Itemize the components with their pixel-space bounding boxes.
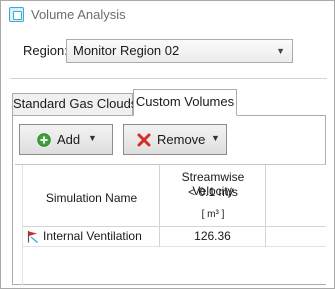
add-icon <box>37 133 51 147</box>
column-header-streamwise-velocity[interactable]: Streamwise Velocity < 0.1 m/s [ m³ ] <box>160 165 266 227</box>
region-dropdown[interactable]: Monitor Region 02 ▼ <box>66 39 293 63</box>
window-title: Volume Analysis <box>31 7 126 22</box>
remove-dropdown-caret-icon: ▼ <box>211 133 220 143</box>
simulation-name-text: Internal Ventilation <box>43 229 142 243</box>
divider <box>10 78 327 79</box>
cell-streamwise-velocity: 126.36 <box>160 227 266 247</box>
column-header-label: Simulation Name <box>45 191 138 205</box>
chevron-down-icon: ▼ <box>276 46 285 56</box>
tab-custom-volumes[interactable]: Custom Volumes <box>133 89 237 116</box>
add-dropdown-caret-icon: ▼ <box>88 133 97 143</box>
remove-x-icon <box>137 133 151 147</box>
volumes-table: Simulation Name Streamwise Velocity < 0.… <box>15 164 326 285</box>
app-window-icon <box>9 7 24 22</box>
column-header-filler <box>266 165 326 227</box>
remove-button-label: Remove <box>157 132 206 147</box>
column-header-unit: [ m³ ] <box>201 209 225 220</box>
add-button-label: Add <box>57 132 81 147</box>
region-label: Region: <box>23 43 68 58</box>
column-header-label-line2: < 0.1 m/s <box>188 185 238 199</box>
column-header-simulation-name[interactable]: Simulation Name <box>23 165 160 227</box>
row-header-strip <box>15 165 23 285</box>
simulation-flag-icon <box>27 231 38 243</box>
table-row[interactable]: Internal Ventilation 126.36 <box>23 227 326 247</box>
region-selected-value: Monitor Region 02 <box>73 43 180 58</box>
volume-analysis-window: Volume Analysis Region: Monitor Region 0… <box>0 0 335 289</box>
tab-standard-gas-clouds[interactable]: Standard Gas Clouds <box>12 93 137 115</box>
cell-simulation-name: Internal Ventilation <box>23 227 160 247</box>
add-button[interactable]: Add ▼ <box>19 124 113 155</box>
title-bar: Volume Analysis <box>1 1 334 28</box>
remove-button[interactable]: Remove ▼ <box>123 124 227 155</box>
